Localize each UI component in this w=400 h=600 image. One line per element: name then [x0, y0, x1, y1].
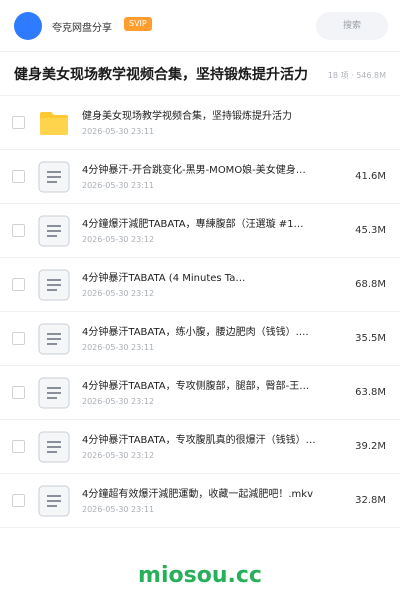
file-date: 2026-05-30 23:12: [82, 289, 155, 298]
list-item[interactable]: 4分鐘超有效爆汗減肥運動，收藏一起減肥吧！.mkv 2026-05-30 23:…: [0, 474, 400, 528]
file-name: 4分钟暴汗TABATA，专攻腹肌真的很爆汗（钱钱）…: [82, 435, 316, 446]
select-checkbox[interactable]: [12, 116, 25, 129]
file-size: 68.8M: [355, 279, 386, 290]
list-item[interactable]: 4分钟暴汗TABATA (4 Minutes Ta… 2026-05-30 23…: [0, 258, 400, 312]
file-date: 2026-05-30 23:11: [82, 181, 155, 190]
file-size: 35.5M: [355, 333, 386, 344]
list-item[interactable]: 4分钟暴汗TABATA，练小腹，腰边肥肉（钱钱）.… 2026-05-30 23…: [0, 312, 400, 366]
document-icon: [38, 323, 70, 355]
search-input[interactable]: 搜索: [316, 12, 388, 40]
folder-icon: [40, 112, 68, 135]
file-size: 39.2M: [355, 441, 386, 452]
file-name: 4分钟暴汗TABATA，练小腹，腰边肥肉（钱钱）.…: [82, 327, 309, 338]
folder-title-bar: 健身美女现场教学视频合集，坚持锻炼提升活力 18 项 · 546.8M: [0, 52, 400, 96]
document-icon: [38, 485, 70, 517]
avatar[interactable]: [14, 12, 42, 40]
file-name: 4分钟暴汗TABATA，专攻侧腹部，腿部，臀部-王…: [82, 381, 310, 392]
file-date: 2026-05-30 23:11: [82, 505, 155, 514]
file-date: 2026-05-30 23:12: [82, 235, 155, 244]
document-icon: [38, 215, 70, 247]
file-size: 45.3M: [355, 225, 386, 236]
document-icon: [38, 269, 70, 301]
list-item[interactable]: 4分钟暴汗TABATA，专攻侧腹部，腿部，臀部-王… 2026-05-30 23…: [0, 366, 400, 420]
select-checkbox[interactable]: [12, 332, 25, 345]
file-date: 2026-05-30 23:11: [82, 127, 155, 136]
document-icon: [38, 161, 70, 193]
file-name: 健身美女现场教学视频合集，坚持锻炼提升活力: [82, 111, 292, 122]
select-checkbox[interactable]: [12, 224, 25, 237]
svip-badge: SVIP: [124, 17, 152, 31]
list-item[interactable]: 4分钟暴汗TABATA，专攻腹肌真的很爆汗（钱钱）… 2026-05-30 23…: [0, 420, 400, 474]
header-bar: 夸克网盘分享 SVIP 搜索: [0, 0, 400, 52]
list-item[interactable]: 4分钟暴汗-开合跳变化-黑男-MOMO娘-美女健身… 2026-05-30 23…: [0, 150, 400, 204]
document-icon: [38, 377, 70, 409]
list-item[interactable]: 4分鐘爆汗減肥TABATA，專練腹部（汪選璇 #1… 2026-05-30 23…: [0, 204, 400, 258]
select-checkbox[interactable]: [12, 170, 25, 183]
document-icon: [38, 431, 70, 463]
share-title: 夸克网盘分享: [52, 23, 112, 34]
file-size: 63.8M: [355, 387, 386, 398]
select-checkbox[interactable]: [12, 278, 25, 291]
file-name: 4分鐘爆汗減肥TABATA，專練腹部（汪選璇 #1…: [82, 219, 304, 230]
file-date: 2026-05-30 23:12: [82, 397, 155, 406]
file-list: 健身美女现场教学视频合集，坚持锻炼提升活力 2026-05-30 23:11 4…: [0, 96, 400, 528]
file-name: 4分钟暴汗TABATA (4 Minutes Ta…: [82, 273, 246, 284]
file-name: 4分钟暴汗-开合跳变化-黑男-MOMO娘-美女健身…: [82, 165, 306, 176]
file-date: 2026-05-30 23:11: [82, 343, 155, 352]
page-title: 健身美女现场教学视频合集，坚持锻炼提升活力: [14, 67, 308, 83]
watermark: miosou.cc: [138, 563, 262, 588]
list-item[interactable]: 健身美女现场教学视频合集，坚持锻炼提升活力 2026-05-30 23:11: [0, 96, 400, 150]
select-checkbox[interactable]: [12, 386, 25, 399]
select-checkbox[interactable]: [12, 440, 25, 453]
file-size: 32.8M: [355, 495, 386, 506]
file-size: 41.6M: [355, 171, 386, 182]
file-date: 2026-05-30 23:12: [82, 451, 155, 460]
file-name: 4分鐘超有效爆汗減肥運動，收藏一起減肥吧！.mkv: [82, 489, 313, 500]
folder-meta: 18 项 · 546.8M: [327, 71, 386, 80]
select-checkbox[interactable]: [12, 494, 25, 507]
